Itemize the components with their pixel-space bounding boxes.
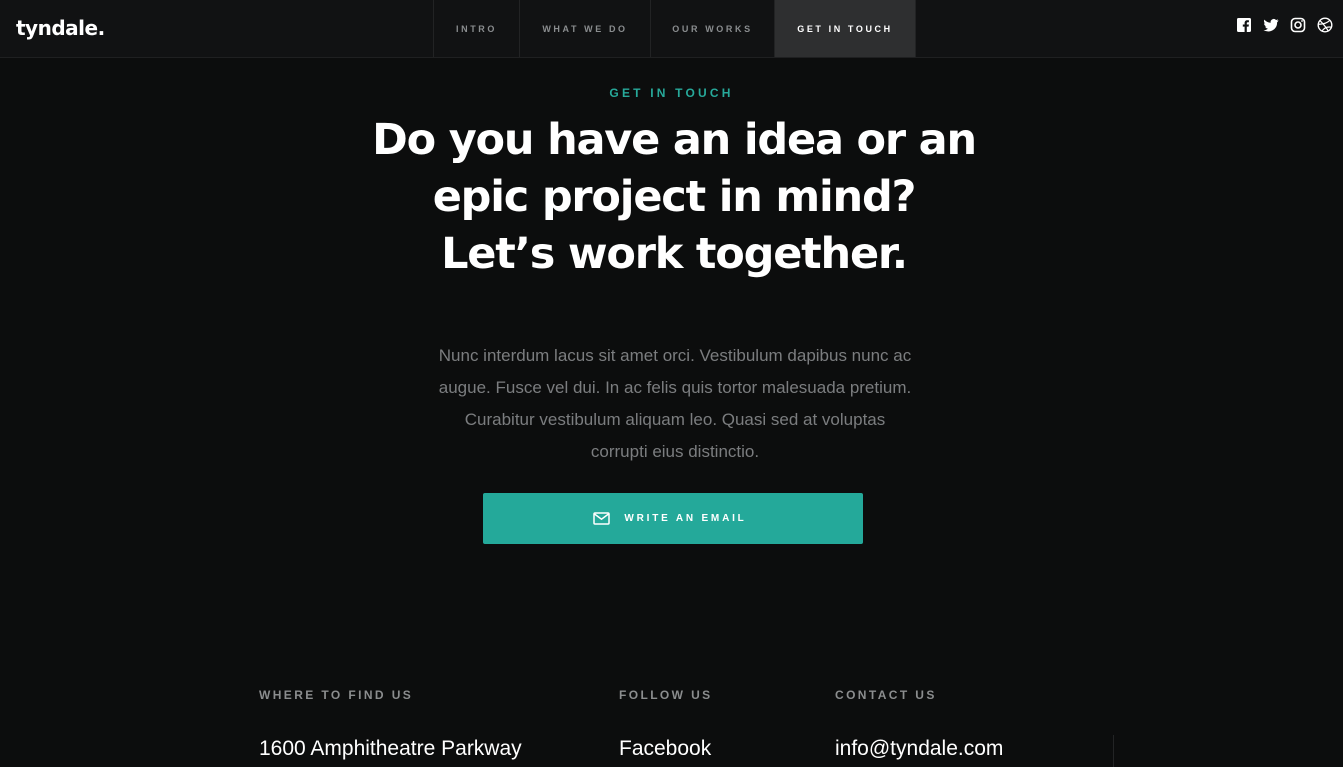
nav-what-we-do[interactable]: WHAT WE DO: [520, 0, 651, 57]
contact-title: CONTACT US: [835, 688, 937, 702]
main-nav: INTRO WHAT WE DO OUR WORKS GET IN TOUCH: [433, 0, 916, 57]
where-to-find-us: WHERE TO FIND US 1600 Amphitheatre Parkw…: [259, 688, 522, 761]
follow-title: FOLLOW US: [619, 688, 713, 702]
nav-get-in-touch[interactable]: GET IN TOUCH: [775, 0, 916, 57]
twitter-icon[interactable]: [1263, 17, 1279, 33]
logo[interactable]: tyndale.: [16, 16, 105, 40]
mail-icon: [593, 512, 611, 525]
divider: [1113, 735, 1114, 767]
where-title: WHERE TO FIND US: [259, 688, 414, 702]
nav-our-works[interactable]: OUR WORKS: [651, 0, 775, 57]
facebook-link[interactable]: Facebook: [619, 737, 713, 761]
contact-us: CONTACT US info@tyndale.com: [835, 688, 1003, 761]
facebook-icon[interactable]: [1236, 17, 1252, 33]
dribbble-icon[interactable]: [1317, 17, 1333, 33]
instagram-icon[interactable]: [1290, 17, 1306, 33]
nav-intro[interactable]: INTRO: [434, 0, 520, 57]
address: 1600 Amphitheatre Parkway: [259, 737, 522, 760]
section-eyebrow: GET IN TOUCH: [609, 86, 734, 100]
email-link[interactable]: info@tyndale.com: [835, 737, 1003, 761]
site-header: tyndale. INTRO WHAT WE DO OUR WORKS GET …: [0, 0, 1343, 58]
write-email-label: WRITE AN EMAIL: [624, 513, 747, 524]
social-links: [1236, 17, 1333, 33]
follow-us: FOLLOW US Facebook: [619, 688, 713, 761]
section-description: Nunc interdum lacus sit amet orci. Vesti…: [438, 346, 912, 461]
write-email-button[interactable]: WRITE AN EMAIL: [483, 493, 863, 544]
page-title: Do you have an idea or an epic project i…: [372, 115, 977, 279]
